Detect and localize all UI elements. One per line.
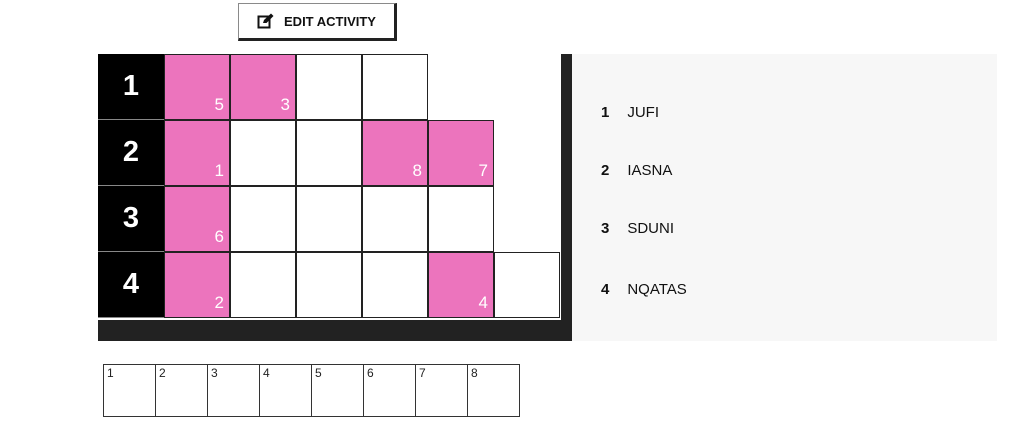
- answer-boxes: 1 2 3 4 5 6 7 8: [103, 364, 520, 417]
- answer-box-number: 7: [419, 366, 426, 380]
- answer-box[interactable]: 3: [207, 364, 260, 417]
- edit-activity-button[interactable]: EDIT ACTIVITY: [238, 3, 397, 41]
- edit-icon: [257, 13, 275, 29]
- cell-number: 6: [214, 227, 224, 246]
- answer-box-number: 8: [471, 366, 478, 380]
- clue-text: JUFI: [627, 104, 660, 121]
- puzzle-cell[interactable]: [296, 252, 362, 318]
- clue-item: 4 NQATAS: [601, 281, 687, 298]
- cell-number: 2: [214, 293, 224, 312]
- answer-box-number: 4: [263, 366, 270, 380]
- grid-right-bar: [561, 54, 572, 341]
- cell-number: 1: [214, 161, 224, 180]
- answer-box-number: 2: [159, 366, 166, 380]
- cell-number: 4: [478, 293, 488, 312]
- puzzle-cell[interactable]: 1: [164, 120, 230, 186]
- puzzle-cell[interactable]: [362, 252, 428, 318]
- puzzle-cell[interactable]: [296, 120, 362, 186]
- clue-item: 1 JUFI: [601, 104, 659, 121]
- clue-number: 3: [601, 220, 610, 237]
- clue-text: IASNA: [627, 162, 673, 179]
- clue-number: 4: [601, 281, 610, 298]
- grid-bottom-bar: [98, 320, 561, 341]
- answer-box-number: 5: [315, 366, 322, 380]
- clue-item: 3 SDUNI: [601, 220, 674, 237]
- puzzle-cell[interactable]: [296, 54, 362, 120]
- puzzle-cell[interactable]: [230, 252, 296, 318]
- puzzle-cell[interactable]: [362, 54, 428, 120]
- edit-activity-label: EDIT ACTIVITY: [284, 13, 376, 29]
- puzzle-cell[interactable]: [428, 186, 494, 252]
- puzzle-cell[interactable]: 4: [428, 252, 494, 318]
- row-number: 1: [98, 54, 164, 120]
- puzzle-cell[interactable]: [230, 120, 296, 186]
- row-number: 4: [98, 252, 164, 318]
- puzzle-cell[interactable]: 8: [362, 120, 428, 186]
- puzzle-cell[interactable]: 6: [164, 186, 230, 252]
- clue-number: 2: [601, 162, 610, 179]
- answer-box[interactable]: 7: [415, 364, 468, 417]
- puzzle-cell[interactable]: 5: [164, 54, 230, 120]
- clue-item: 2 IASNA: [601, 162, 672, 179]
- cell-number: 8: [412, 161, 422, 180]
- answer-box[interactable]: 6: [363, 364, 416, 417]
- cell-number: 5: [214, 95, 224, 114]
- clue-number: 1: [601, 104, 610, 121]
- clue-text: SDUNI: [627, 220, 675, 237]
- answer-box[interactable]: 1: [103, 364, 156, 417]
- answer-box-number: 1: [107, 366, 114, 380]
- clue-text: NQATAS: [627, 281, 687, 298]
- clues-panel: 1 JUFI 2 IASNA 3 SDUNI 4 NQATAS: [572, 54, 997, 341]
- row-number: 2: [98, 120, 164, 186]
- puzzle-cell[interactable]: 3: [230, 54, 296, 120]
- puzzle-cell[interactable]: [362, 186, 428, 252]
- answer-box[interactable]: 5: [311, 364, 364, 417]
- puzzle-cell[interactable]: 7: [428, 120, 494, 186]
- puzzle-cell[interactable]: [230, 186, 296, 252]
- puzzle-cell[interactable]: 2: [164, 252, 230, 318]
- answer-box-number: 3: [211, 366, 218, 380]
- answer-box[interactable]: 4: [259, 364, 312, 417]
- puzzle-cell[interactable]: [296, 186, 362, 252]
- answer-box[interactable]: 2: [155, 364, 208, 417]
- answer-box-number: 6: [367, 366, 374, 380]
- cell-number: 7: [478, 161, 488, 180]
- answer-box[interactable]: 8: [467, 364, 520, 417]
- puzzle-cell[interactable]: [494, 252, 560, 318]
- row-number: 3: [98, 186, 164, 252]
- cell-number: 3: [280, 95, 290, 114]
